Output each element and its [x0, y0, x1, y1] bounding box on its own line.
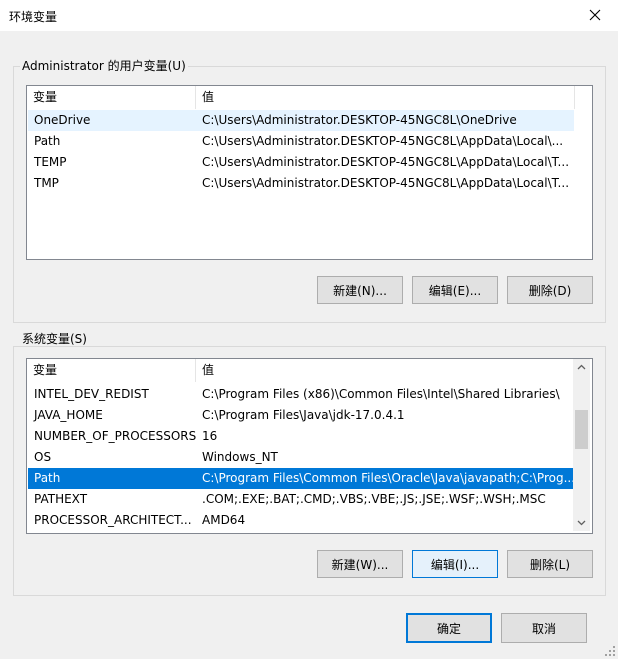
button-label: 删除(D) [528, 284, 572, 298]
var-value: C:\Program Files (x86)\Common Files\Inte… [202, 387, 560, 401]
var-value: C:\Users\Administrator.DESKTOP-45NGC8L\O… [202, 113, 517, 127]
column-separator[interactable] [574, 86, 575, 109]
scroll-up-button[interactable] [573, 359, 590, 376]
button-label: 确定 [436, 622, 461, 636]
var-name: JAVA_HOME [34, 408, 103, 422]
table-row[interactable]: OneDrive C:\Users\Administrator.DESKTOP-… [28, 110, 574, 131]
table-row[interactable]: JAVA_HOME C:\Program Files\Java\jdk-17.0… [28, 405, 574, 426]
var-value: C:\Users\Administrator.DESKTOP-45NGC8L\A… [202, 134, 564, 148]
table-row[interactable]: PROCESSOR_ARCHITECT... AMD64 [28, 510, 574, 531]
var-value: AMD64 [202, 513, 246, 527]
var-name: PROCESSOR_ARCHITECT... [34, 513, 192, 527]
var-name: TMP [34, 176, 59, 190]
var-name: OS [34, 450, 52, 464]
user-vars-label: Administrator 的用户变量(U) [20, 59, 188, 73]
button-label: 删除(L) [529, 558, 571, 572]
var-value: .COM;.EXE;.BAT;.CMD;.VBS;.VBE;.JS;.JSE;.… [202, 492, 546, 506]
table-row[interactable]: PATHEXT .COM;.EXE;.BAT;.CMD;.VBS;.VBE;.J… [28, 489, 574, 510]
var-value: Windows_NT [202, 450, 278, 464]
window-title: 环境变量 [9, 10, 58, 24]
chevron-down-icon [577, 520, 586, 526]
var-name: PATHEXT [34, 492, 88, 506]
system-vars-scrollbar[interactable] [573, 359, 590, 531]
user-vars-list[interactable]: 变量 值 OneDrive C:\Users\Administrator.DES… [26, 85, 593, 260]
scroll-thumb[interactable] [575, 410, 588, 449]
user-new-button[interactable]: 新建(N)... [317, 276, 403, 304]
var-name: TEMP [34, 155, 67, 169]
var-value: C:\Program Files\Java\jdk-17.0.4.1 [202, 408, 405, 422]
table-row[interactable]: INTEL_DEV_REDIST C:\Program Files (x86)\… [28, 384, 574, 405]
close-button[interactable] [572, 0, 618, 31]
table-row[interactable]: Path C:\Users\Administrator.DESKTOP-45NG… [28, 131, 574, 152]
user-edit-button[interactable]: 编辑(E)... [412, 276, 498, 304]
user-delete-button[interactable]: 删除(D) [507, 276, 593, 304]
button-label: 新建(W)... [331, 558, 389, 572]
var-name: NUMBER_OF_PROCESSORS [34, 429, 197, 443]
user-col-name[interactable]: 变量 [27, 86, 195, 109]
cancel-button[interactable]: 取消 [501, 613, 587, 643]
system-vars-header: 变量 值 [27, 359, 592, 382]
title-bar: 环境变量 [0, 0, 618, 31]
var-value: 16 [202, 429, 218, 443]
var-name: OneDrive [34, 113, 91, 127]
user-col-value[interactable]: 值 [196, 86, 574, 109]
var-value: C:\Program Files\Common Files\Oracle\Jav… [202, 471, 576, 485]
button-label: 取消 [531, 622, 556, 636]
var-value: C:\Users\Administrator.DESKTOP-45NGC8L\A… [202, 155, 570, 169]
button-label: 编辑(E)... [428, 284, 482, 298]
var-name: Path [34, 471, 61, 485]
table-row[interactable]: TEMP C:\Users\Administrator.DESKTOP-45NG… [28, 152, 574, 173]
button-label: 编辑(I)... [430, 558, 480, 572]
button-label: 新建(N)... [333, 284, 387, 298]
system-vars-list[interactable]: 变量 值 INTEL_DEV_REDIST C:\Program Files (… [26, 358, 593, 534]
close-icon [589, 9, 601, 21]
scroll-down-button[interactable] [573, 514, 590, 531]
chevron-up-icon [577, 364, 586, 370]
var-name: INTEL_DEV_REDIST [34, 387, 149, 401]
table-row[interactable]: TMP C:\Users\Administrator.DESKTOP-45NGC… [28, 173, 574, 194]
table-row[interactable]: OS Windows_NT [28, 447, 574, 468]
system-col-name[interactable]: 变量 [27, 359, 195, 382]
var-name: Path [34, 134, 61, 148]
table-row-selected[interactable]: Path C:\Program Files\Common Files\Oracl… [28, 468, 576, 489]
table-row[interactable]: NUMBER_OF_PROCESSORS 16 [28, 426, 574, 447]
system-edit-button[interactable]: 编辑(I)... [412, 550, 498, 578]
system-new-button[interactable]: 新建(W)... [317, 550, 403, 578]
resize-grip-icon[interactable] [604, 645, 616, 657]
system-col-value[interactable]: 值 [196, 359, 574, 382]
user-vars-header: 变量 值 [27, 86, 592, 109]
var-value: C:\Users\Administrator.DESKTOP-45NGC8L\A… [202, 176, 570, 190]
system-vars-label: 系统变量(S) [20, 332, 89, 346]
ok-button[interactable]: 确定 [406, 613, 492, 643]
system-delete-button[interactable]: 删除(L) [507, 550, 593, 578]
